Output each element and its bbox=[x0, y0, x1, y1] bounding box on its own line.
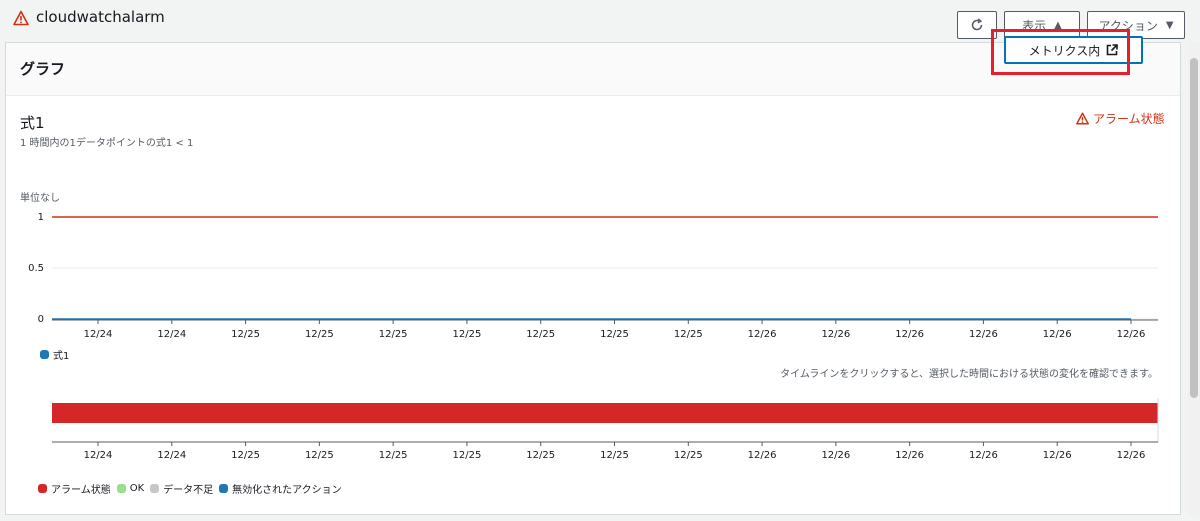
view-in-metrics-menu-item[interactable]: メトリクス内 bbox=[1004, 36, 1143, 64]
x-tick-label: 12/26 bbox=[748, 450, 777, 461]
x-tick-label: 12/26 bbox=[1043, 450, 1072, 461]
external-link-icon bbox=[1107, 44, 1119, 56]
x-tick-label: 12/25 bbox=[305, 450, 334, 461]
y-tick-label: 0 bbox=[38, 314, 44, 325]
x-tick-label: 12/25 bbox=[600, 329, 629, 340]
x-tick-label: 12/25 bbox=[674, 450, 703, 461]
x-tick-label: 12/26 bbox=[969, 450, 998, 461]
x-tick-label: 12/25 bbox=[526, 329, 555, 340]
x-tick-label: 12/24 bbox=[84, 450, 113, 461]
x-tick-label: 12/25 bbox=[453, 450, 482, 461]
x-tick-label: 12/25 bbox=[453, 329, 482, 340]
x-tick-label: 12/25 bbox=[231, 450, 260, 461]
x-tick-label: 12/25 bbox=[600, 450, 629, 461]
timeline-hint: タイムラインをクリックすると、選択した時間における状態の変化を確認できます。 bbox=[780, 369, 1158, 380]
x-tick-label: 12/26 bbox=[1117, 329, 1146, 340]
x-tick-label: 12/26 bbox=[895, 450, 924, 461]
legend-item-ok: OK bbox=[116, 483, 144, 494]
x-tick-label: 12/26 bbox=[748, 329, 777, 340]
x-tick-label: 12/24 bbox=[157, 329, 186, 340]
x-tick-label: 12/24 bbox=[157, 450, 186, 461]
x-tick-label: 12/26 bbox=[821, 450, 850, 461]
x-tick-label: 12/26 bbox=[1043, 329, 1072, 340]
x-tick-label: 12/25 bbox=[526, 450, 555, 461]
x-tick-label: 12/24 bbox=[84, 329, 113, 340]
timeline-state-bar bbox=[52, 403, 1158, 423]
timeline-legend: アラーム状態 OK データ不足 無効化されたアクション bbox=[38, 481, 342, 496]
y-tick-label: 1 bbox=[38, 212, 44, 223]
legend-item-insufficient-data: データ不足 bbox=[150, 481, 213, 496]
chart-legend: 式1 bbox=[40, 347, 69, 362]
x-tick-label: 12/25 bbox=[674, 329, 703, 340]
alarm-timeline[interactable]: 12/24 12/24 12/25 12/25 12/25 12/25 12/25 12/25… bbox=[0, 380, 1200, 490]
x-tick-label: 12/26 bbox=[895, 329, 924, 340]
x-tick-label: 12/26 bbox=[969, 329, 998, 340]
y-tick-label: 0.5 bbox=[28, 263, 44, 274]
x-tick-label: 12/25 bbox=[231, 329, 260, 340]
x-tick-label: 12/25 bbox=[305, 329, 334, 340]
x-tick-label: 12/25 bbox=[379, 329, 408, 340]
x-tick-label: 12/25 bbox=[379, 450, 408, 461]
legend-item-disabled-actions: 無効化されたアクション bbox=[219, 481, 342, 496]
legend-swatch bbox=[40, 350, 49, 359]
legend-item-alarm: アラーム状態 bbox=[38, 481, 111, 496]
menu-item-label: メトリクス内 bbox=[1028, 43, 1101, 58]
legend-label: 式1 bbox=[53, 351, 70, 362]
x-tick-label: 12/26 bbox=[1117, 450, 1146, 461]
x-tick-label: 12/26 bbox=[821, 329, 850, 340]
